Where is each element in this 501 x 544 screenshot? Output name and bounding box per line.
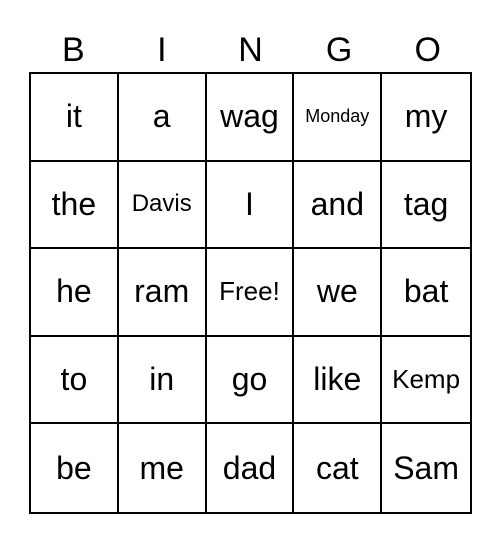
bingo-cell[interactable]: I [206, 161, 295, 250]
bingo-cell[interactable]: we [294, 249, 383, 337]
bingo-cell[interactable]: dad [207, 424, 295, 512]
bingo-cell[interactable]: a [118, 74, 207, 162]
bingo-cell[interactable]: Kemp [382, 337, 470, 425]
bingo-board: it a wag Monday my the Davis I and tag h… [29, 72, 472, 514]
header-letter-i: I [157, 31, 167, 69]
bingo-header: B I N G O [29, 28, 472, 72]
bingo-cell[interactable]: and [294, 161, 383, 250]
bingo-cell[interactable]: go [206, 336, 295, 425]
bingo-cell[interactable]: Davis [118, 161, 207, 250]
bingo-cell[interactable]: it [31, 74, 119, 162]
bingo-cell[interactable]: bat [382, 249, 470, 337]
header-letter-o: O [414, 31, 441, 69]
free-space-cell[interactable]: Free! [206, 249, 295, 337]
bingo-cell[interactable]: in [118, 336, 207, 425]
header-letter-b: B [61, 31, 85, 69]
bingo-cell[interactable]: Monday [294, 74, 383, 162]
bingo-cell[interactable]: be [31, 424, 119, 512]
bingo-cell[interactable]: tag [382, 162, 470, 250]
bingo-cell[interactable]: wag [206, 74, 295, 162]
header-letter-g: G [325, 31, 353, 69]
bingo-cell[interactable]: me [119, 424, 207, 512]
bingo-cell[interactable]: like [294, 336, 383, 425]
bingo-cell[interactable]: he [31, 249, 119, 337]
bingo-cell[interactable]: cat [294, 424, 383, 512]
bingo-cell[interactable]: Sam [382, 424, 470, 512]
bingo-cell[interactable]: to [31, 336, 119, 425]
bingo-cell[interactable]: my [382, 74, 470, 162]
bingo-cell[interactable]: the [31, 161, 119, 250]
bingo-cell[interactable]: ram [118, 249, 207, 337]
header-letter-n: N [238, 31, 263, 69]
